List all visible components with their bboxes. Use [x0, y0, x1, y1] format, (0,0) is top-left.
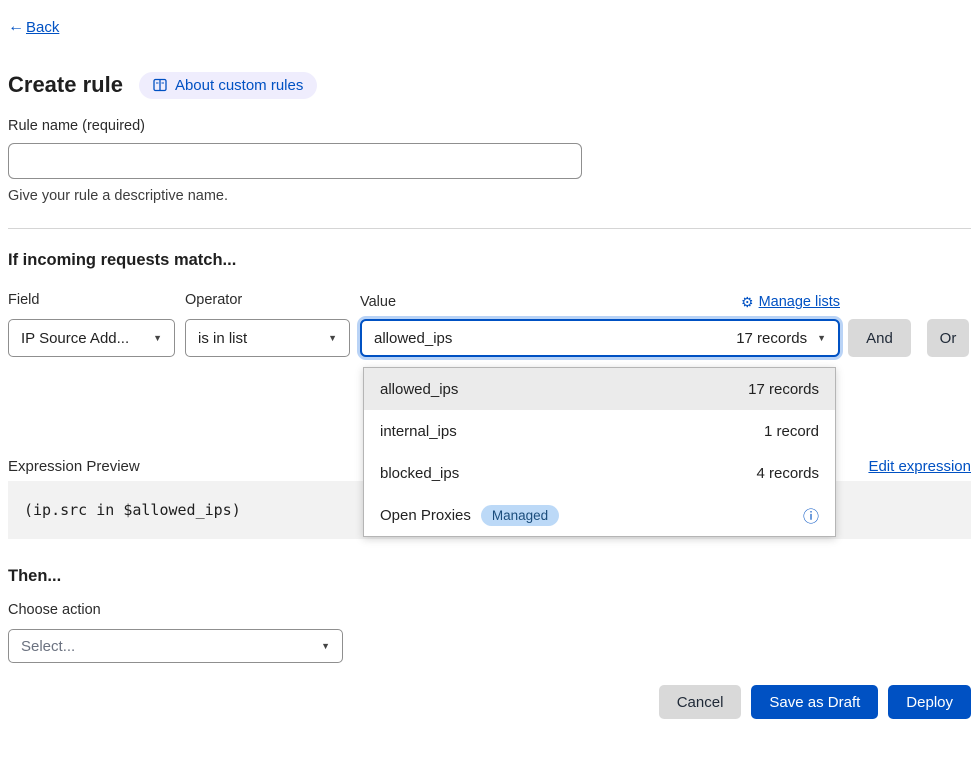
- gear-icon: ⚙: [741, 294, 754, 311]
- about-label: About custom rules: [175, 77, 303, 94]
- info-icon[interactable]: ⓘ: [803, 503, 819, 527]
- value-label: Value: [360, 294, 396, 310]
- rule-name-help: Give your rule a descriptive name.: [8, 188, 971, 208]
- chevron-down-icon: ▼: [153, 333, 162, 343]
- chevron-down-icon: ▼: [817, 333, 826, 343]
- back-row: ←Back: [8, 18, 971, 38]
- page-title: Create rule: [8, 72, 123, 98]
- rule-name-label: Rule name (required): [8, 118, 971, 138]
- section-divider: [8, 228, 971, 229]
- book-icon: [153, 78, 167, 92]
- back-arrow-icon: ←: [8, 18, 24, 36]
- about-custom-rules-link[interactable]: About custom rules: [139, 72, 317, 99]
- title-row: Create rule About custom rules: [8, 70, 971, 100]
- match-labels-row: Field Operator Value ⚙ Manage lists: [8, 292, 971, 312]
- list-dropdown-menu: allowed_ips 17 records internal_ips 1 re…: [363, 367, 836, 537]
- list-option-name: allowed_ips: [380, 381, 458, 398]
- rule-name-input[interactable]: [8, 143, 582, 179]
- value-select[interactable]: allowed_ips 17 records ▼: [360, 319, 840, 357]
- list-option-allowed-ips[interactable]: allowed_ips 17 records: [364, 368, 835, 410]
- operator-select-value: is in list: [198, 330, 247, 347]
- list-option-meta: 1 record: [764, 423, 819, 440]
- value-select-value: allowed_ips: [374, 330, 452, 347]
- list-option-meta: 17 records: [748, 381, 819, 398]
- operator-select[interactable]: is in list ▼: [185, 319, 350, 357]
- list-option-name: blocked_ips: [380, 465, 459, 482]
- list-option-name: internal_ips: [380, 423, 457, 440]
- manage-lists-link[interactable]: ⚙ Manage lists: [741, 294, 840, 311]
- value-select-meta: 17 records: [736, 330, 807, 347]
- managed-badge: Managed: [481, 505, 559, 526]
- and-button[interactable]: And: [848, 319, 911, 357]
- action-select-placeholder: Select...: [21, 638, 75, 655]
- list-option-name: Open Proxies: [380, 507, 471, 524]
- edit-expression-link[interactable]: Edit expression: [868, 458, 971, 475]
- back-link[interactable]: ←Back: [8, 18, 59, 36]
- field-select-value: IP Source Add...: [21, 330, 129, 347]
- save-as-draft-button[interactable]: Save as Draft: [751, 685, 878, 719]
- list-option-internal-ips[interactable]: internal_ips 1 record: [364, 410, 835, 452]
- back-label: Back: [26, 19, 59, 36]
- action-select[interactable]: Select... ▼: [8, 629, 343, 663]
- or-button[interactable]: Or: [927, 319, 969, 357]
- chevron-down-icon: ▼: [321, 641, 330, 651]
- operator-label: Operator: [185, 292, 350, 312]
- footer-actions: Cancel Save as Draft Deploy: [8, 685, 971, 719]
- expression-code: (ip.src in $allowed_ips): [24, 501, 241, 519]
- create-rule-page: ←Back Create rule About custom rules Rul…: [0, 18, 979, 719]
- list-option-open-proxies[interactable]: Open Proxies Managed ⓘ: [364, 494, 835, 536]
- cancel-button[interactable]: Cancel: [659, 685, 742, 719]
- choose-action-label: Choose action: [8, 602, 971, 620]
- manage-lists-label: Manage lists: [759, 294, 840, 310]
- match-section-heading: If incoming requests match...: [8, 251, 971, 273]
- field-select[interactable]: IP Source Add... ▼: [8, 319, 175, 357]
- then-heading: Then...: [8, 567, 971, 587]
- list-option-blocked-ips[interactable]: blocked_ips 4 records: [364, 452, 835, 494]
- deploy-button[interactable]: Deploy: [888, 685, 971, 719]
- list-option-meta: 4 records: [756, 465, 819, 482]
- field-label: Field: [8, 292, 175, 312]
- value-select-wrap: allowed_ips 17 records ▼ allowed_ips 17 …: [360, 319, 840, 357]
- expression-preview-label: Expression Preview: [8, 458, 140, 475]
- match-controls-row: IP Source Add... ▼ is in list ▼ allowed_…: [8, 319, 971, 357]
- chevron-down-icon: ▼: [328, 333, 337, 343]
